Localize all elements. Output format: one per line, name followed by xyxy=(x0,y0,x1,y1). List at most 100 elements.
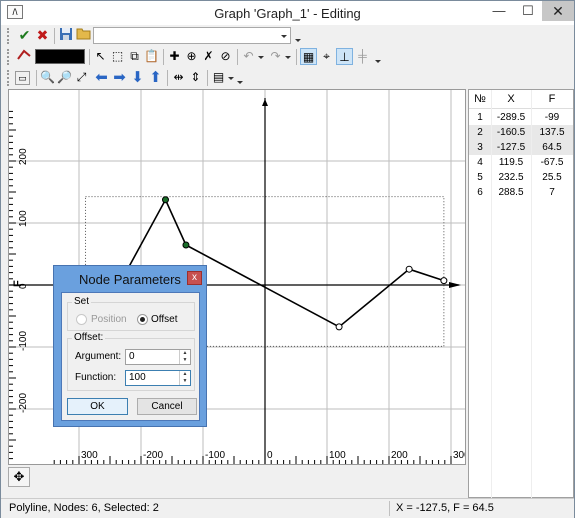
table-row[interactable]: 5 232.5 25.5 xyxy=(469,170,573,185)
toolbar-grip[interactable] xyxy=(7,28,11,44)
check-icon[interactable]: ✔ xyxy=(16,27,33,44)
table-cell: -160.5 xyxy=(496,127,526,138)
line-style-icon[interactable] xyxy=(15,48,32,65)
set-group-label: Set xyxy=(72,296,92,307)
table-row[interactable]: 2 -160.5 137.5 xyxy=(469,125,573,140)
table-row[interactable]: 4 119.5 -67.5 xyxy=(469,155,573,170)
dialog-close-button[interactable]: x xyxy=(187,271,202,285)
minimize-button[interactable]: — xyxy=(485,1,513,21)
close-button[interactable]: ✕ xyxy=(542,1,574,21)
scale-y-icon[interactable]: ⇕ xyxy=(187,69,204,86)
nodes-table[interactable]: № X F 1 -289.5 -99 2 -160.5 137.5 3 -127.5 64.5 4… xyxy=(468,89,574,498)
node-parameters-dialog[interactable]: Node Parameters x Set Position Offset Of… xyxy=(53,265,207,427)
select-pointer-icon[interactable]: ↖ xyxy=(92,48,109,65)
table-cell: 7 xyxy=(549,187,555,198)
align-icon[interactable]: ╪ xyxy=(354,48,371,65)
toolbar-overflow-icon[interactable] xyxy=(237,81,243,84)
table-column-divider xyxy=(531,90,532,498)
redo-icon[interactable]: ↷ xyxy=(267,48,284,65)
color-swatch[interactable] xyxy=(35,49,85,64)
snap-grid-icon[interactable]: ▦ xyxy=(300,48,317,65)
zoom-out-icon[interactable]: 🔎 xyxy=(56,69,73,86)
toolbar-separator xyxy=(237,49,238,65)
undo-dropdown-icon[interactable] xyxy=(258,56,264,59)
add-node-icon[interactable]: ✚ xyxy=(166,48,183,65)
offset-group: Offset: Argument: 0 ▲ ▼ Function: 100 ▲ … xyxy=(67,332,195,391)
display-options-dropdown-icon[interactable] xyxy=(228,77,234,80)
zoom-in-icon[interactable]: 🔍 xyxy=(39,69,56,86)
cancel-icon[interactable]: ✖ xyxy=(34,27,51,44)
table-row[interactable]: 3 -127.5 64.5 xyxy=(469,140,573,155)
x-tick-label: 300 xyxy=(453,450,466,461)
toolbar-combo[interactable] xyxy=(93,27,291,44)
table-cell: -127.5 xyxy=(496,142,526,153)
arrow-up-icon[interactable]: ⬆ xyxy=(147,69,164,86)
view-icon[interactable]: ▭ xyxy=(15,71,30,85)
redo-dropdown-icon[interactable] xyxy=(285,56,291,59)
x-tick-label: -100 xyxy=(205,450,225,461)
scale-x-icon[interactable]: ⇹ xyxy=(170,69,187,86)
x-axis-arrow xyxy=(449,282,461,288)
toolbar-separator xyxy=(207,70,208,86)
table-row[interactable]: 6 288.5 7 xyxy=(469,185,573,200)
position-radio[interactable] xyxy=(76,314,87,325)
spin-down-icon[interactable]: ▼ xyxy=(179,357,190,364)
toolbar-separator xyxy=(89,49,90,65)
table-header-num[interactable]: № xyxy=(469,90,491,108)
move-icon[interactable]: ✥ xyxy=(8,467,30,487)
save-icon[interactable] xyxy=(57,27,74,44)
status-divider xyxy=(389,501,390,516)
table-header-f[interactable]: F xyxy=(531,90,573,108)
clear-icon[interactable]: ⊘ xyxy=(217,48,234,65)
delete-node-icon[interactable]: ✗ xyxy=(200,48,217,65)
argument-spinbox[interactable]: 0 ▲ ▼ xyxy=(125,349,191,365)
paste-icon[interactable]: 📋 xyxy=(143,48,160,65)
table-cell: 119.5 xyxy=(498,157,524,168)
arrow-left-icon[interactable]: ⬅ xyxy=(93,69,110,86)
axis-snap-icon[interactable]: ⊥ xyxy=(336,48,353,65)
polyline-node xyxy=(440,277,448,285)
display-options-icon[interactable]: ▤ xyxy=(210,69,227,86)
copy-icon[interactable]: ⧉ xyxy=(126,48,143,65)
position-radio-label[interactable]: Position xyxy=(91,314,127,325)
undo-icon[interactable]: ↶ xyxy=(240,48,257,65)
function-spinbox[interactable]: 100 ▲ ▼ xyxy=(125,370,191,386)
y-axis-arrow xyxy=(262,99,268,106)
spin-down-icon[interactable]: ▼ xyxy=(179,378,190,385)
x-tick-label: 200 xyxy=(391,450,408,461)
cancel-button[interactable]: Cancel xyxy=(137,398,197,415)
dialog-title[interactable]: Node Parameters xyxy=(54,272,206,287)
toolbar-grip[interactable] xyxy=(7,70,11,86)
table-cell: -289.5 xyxy=(496,112,526,123)
title-bar[interactable]: /\ Graph 'Graph_1' - Editing — ☐ ✕ xyxy=(1,1,574,25)
function-value[interactable]: 100 xyxy=(129,372,146,383)
toolbar-overflow-icon[interactable] xyxy=(375,60,381,63)
insert-node-icon[interactable]: ⊕ xyxy=(183,48,200,65)
y-axis-label: F xyxy=(12,280,24,287)
table-row[interactable]: 1 -289.5 -99 xyxy=(469,110,573,125)
open-icon[interactable] xyxy=(75,27,92,44)
toolbar-separator xyxy=(36,70,37,86)
table-cell: 6 xyxy=(477,187,483,198)
toolbar-separator xyxy=(163,49,164,65)
table-cell: 5 xyxy=(477,172,483,183)
toolbar-grip[interactable] xyxy=(7,49,11,65)
table-cell: -99 xyxy=(544,112,560,123)
ok-button[interactable]: OK xyxy=(67,398,128,415)
y-tick-label: 200 xyxy=(18,148,29,165)
snap-node-icon[interactable]: ⌖ xyxy=(318,48,335,65)
offset-radio[interactable] xyxy=(137,314,148,325)
table-cell: 4 xyxy=(477,157,483,168)
spin-up-icon[interactable]: ▲ xyxy=(179,350,190,357)
polyline-node xyxy=(182,241,190,249)
zoom-fit-icon[interactable]: ⤢ xyxy=(73,69,90,86)
toolbar-overflow-icon[interactable] xyxy=(295,39,301,42)
spin-up-icon[interactable]: ▲ xyxy=(179,371,190,378)
table-column-divider xyxy=(491,90,492,498)
maximize-button[interactable]: ☐ xyxy=(515,1,541,21)
offset-radio-label[interactable]: Offset xyxy=(151,314,178,325)
select-area-icon[interactable]: ⬚ xyxy=(109,48,126,65)
arrow-down-icon[interactable]: ⬇ xyxy=(129,69,146,86)
arrow-right-icon[interactable]: ➡ xyxy=(111,69,128,86)
table-header-x[interactable]: X xyxy=(491,90,531,108)
